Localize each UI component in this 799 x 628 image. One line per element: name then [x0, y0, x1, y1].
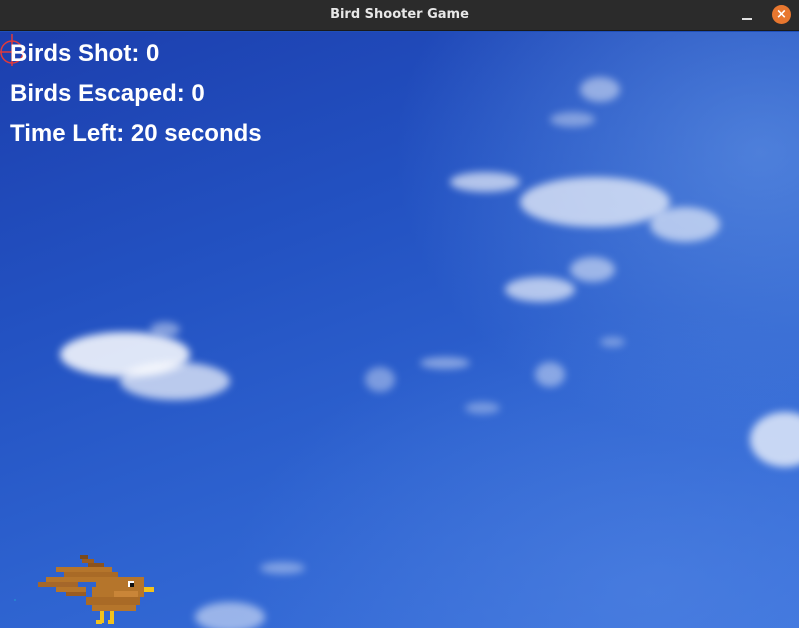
cloud — [260, 562, 305, 574]
cloud — [570, 257, 615, 282]
cloud — [750, 412, 799, 467]
minimize-button[interactable] — [740, 8, 754, 22]
cloud — [505, 277, 575, 302]
bird-sprite[interactable] — [36, 552, 160, 628]
time-left-counter: Time Left: 20 seconds — [10, 120, 262, 147]
stray-pixel — [14, 599, 16, 601]
close-button[interactable]: × — [772, 5, 791, 24]
cloud — [365, 367, 395, 392]
cloud — [580, 77, 620, 102]
game-window: Bird Shooter Game × Birds Shot: 0 Birds … — [0, 0, 799, 628]
cloud — [420, 357, 470, 369]
cloud — [650, 207, 720, 242]
window-title: Bird Shooter Game — [330, 7, 469, 22]
cloud — [120, 362, 230, 400]
cloud — [600, 337, 625, 347]
cloud — [520, 177, 670, 227]
cloud — [150, 322, 180, 337]
title-bar: Bird Shooter Game × — [0, 0, 799, 31]
cloud — [450, 172, 520, 192]
close-icon: × — [776, 7, 787, 22]
cloud — [535, 362, 565, 387]
birds-escaped-counter: Birds Escaped: 0 — [10, 80, 205, 107]
birds-shot-counter: Birds Shot: 0 — [10, 40, 160, 67]
cloud — [465, 402, 500, 414]
cloud — [195, 602, 265, 628]
cloud — [550, 112, 595, 127]
